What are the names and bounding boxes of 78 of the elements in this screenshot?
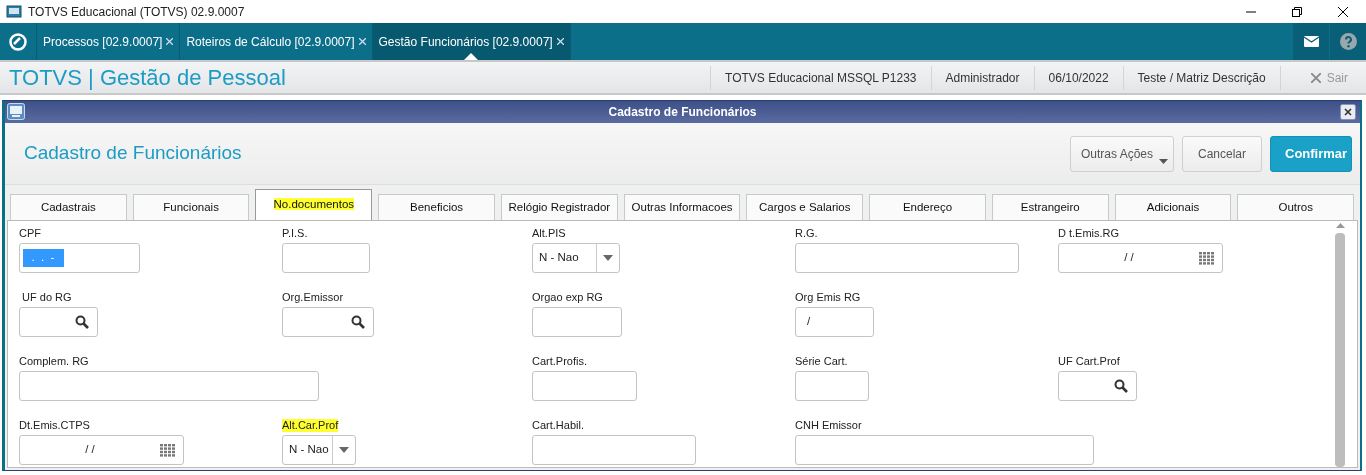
window-title: TOTVS Educacional (TOTVS) 02.9.0007 bbox=[28, 3, 245, 21]
form-tab[interactable]: Outros bbox=[1237, 194, 1355, 220]
window-icon bbox=[7, 103, 25, 120]
form-tab[interactable]: Beneficios bbox=[378, 194, 495, 220]
form-tab[interactable]: Funcionais bbox=[132, 194, 250, 220]
close-icon[interactable] bbox=[166, 38, 174, 45]
input-field[interactable] bbox=[282, 243, 370, 273]
header-info: 06/10/2022 bbox=[1033, 65, 1123, 90]
help-button[interactable] bbox=[1329, 23, 1366, 60]
app-icon bbox=[6, 4, 22, 19]
field-label: Org.Emissor bbox=[282, 291, 344, 304]
header-info: TOTVS Educacional MSSQL P1233 bbox=[710, 65, 931, 90]
caret-icon bbox=[1159, 158, 1168, 164]
field-label: Complem. RG bbox=[19, 355, 89, 368]
form-tab[interactable]: Estrangeiro bbox=[991, 194, 1109, 220]
form-tab[interactable]: Cadastrais bbox=[10, 194, 127, 220]
search-icon[interactable] bbox=[75, 315, 89, 329]
more-actions-button[interactable]: Outras Ações bbox=[1070, 135, 1174, 172]
close-icon[interactable] bbox=[556, 38, 564, 45]
scrollbar[interactable] bbox=[1333, 223, 1347, 467]
dropdown[interactable]: N - Nao bbox=[282, 435, 356, 465]
field-label: Org Emis RG bbox=[795, 291, 861, 304]
field-label: Dt.Emis.CTPS bbox=[19, 419, 90, 432]
form-tab[interactable]: Endereço bbox=[869, 194, 986, 220]
field-label: UF Cart.Prof bbox=[1058, 355, 1120, 368]
form-tab[interactable]: Relógio Registrador bbox=[500, 194, 618, 220]
header-info: Teste / Matriz Descrição bbox=[1122, 65, 1280, 90]
app-title: TOTVS | Gestão de Pessoal bbox=[8, 64, 286, 92]
input-field[interactable]: / bbox=[795, 307, 874, 337]
form-tab[interactable]: No.documentos bbox=[255, 189, 373, 220]
dropdown[interactable]: N - Nao bbox=[532, 243, 620, 273]
field-label: Cart.Profis. bbox=[532, 355, 587, 368]
search-icon[interactable] bbox=[1114, 379, 1128, 393]
form-tab[interactable]: Cargos e Salarios bbox=[746, 194, 864, 220]
field-label: D t.Emis.RG bbox=[1058, 227, 1120, 240]
logo-icon[interactable] bbox=[9, 32, 27, 51]
field-label: Série Cart. bbox=[795, 355, 848, 368]
close-icon[interactable] bbox=[358, 38, 366, 45]
input-field[interactable] bbox=[19, 307, 98, 337]
field-label: UF do RG bbox=[21, 291, 72, 304]
dialog-heading: Cadastro de Funcionários bbox=[23, 141, 242, 166]
input-field[interactable] bbox=[532, 435, 696, 465]
caret-icon bbox=[339, 447, 349, 453]
input-field[interactable] bbox=[795, 243, 1019, 273]
input-field[interactable] bbox=[282, 307, 374, 337]
header-info: Administrador bbox=[930, 65, 1034, 90]
input-field[interactable] bbox=[795, 371, 869, 401]
field-label: Cart.Habil. bbox=[532, 419, 584, 432]
input-field[interactable] bbox=[19, 371, 319, 401]
close-icon bbox=[1338, 6, 1348, 17]
mail-icon bbox=[1303, 36, 1319, 47]
input-field[interactable] bbox=[1058, 371, 1137, 401]
field-label: P.I.S. bbox=[282, 227, 308, 240]
search-icon[interactable] bbox=[351, 315, 365, 329]
app-tab[interactable]: Gestão Funcionários [02.9.0007] bbox=[372, 23, 571, 60]
field-label: Alt.PIS bbox=[532, 227, 566, 240]
field-label: R.G. bbox=[795, 227, 818, 240]
form-tab[interactable]: Outras Informacoes bbox=[623, 194, 741, 220]
calendar-icon[interactable] bbox=[1199, 251, 1214, 265]
input-field[interactable] bbox=[532, 371, 637, 401]
field-label: CPF bbox=[19, 227, 41, 240]
caret-icon bbox=[603, 255, 613, 261]
restore-icon bbox=[1292, 6, 1302, 17]
close-button[interactable] bbox=[1340, 104, 1356, 120]
date-field[interactable]: / / bbox=[1058, 243, 1223, 273]
calendar-icon[interactable] bbox=[160, 443, 175, 457]
input-field[interactable] bbox=[532, 307, 622, 337]
mail-button[interactable] bbox=[1292, 23, 1329, 60]
cancel-button[interactable]: Cancelar bbox=[1182, 135, 1262, 172]
input-field[interactable] bbox=[795, 435, 1094, 465]
scroll-up-icon bbox=[1335, 223, 1345, 228]
date-field[interactable]: / / bbox=[19, 435, 184, 465]
close-icon bbox=[1310, 72, 1321, 83]
field-label: CNH Emissor bbox=[795, 419, 862, 432]
field-label: Orgao exp RG bbox=[532, 291, 603, 304]
help-icon bbox=[1339, 33, 1357, 50]
dialog-title: Cadastro de Funcionários bbox=[608, 104, 757, 121]
form-tab[interactable]: Adicionais bbox=[1114, 194, 1232, 220]
